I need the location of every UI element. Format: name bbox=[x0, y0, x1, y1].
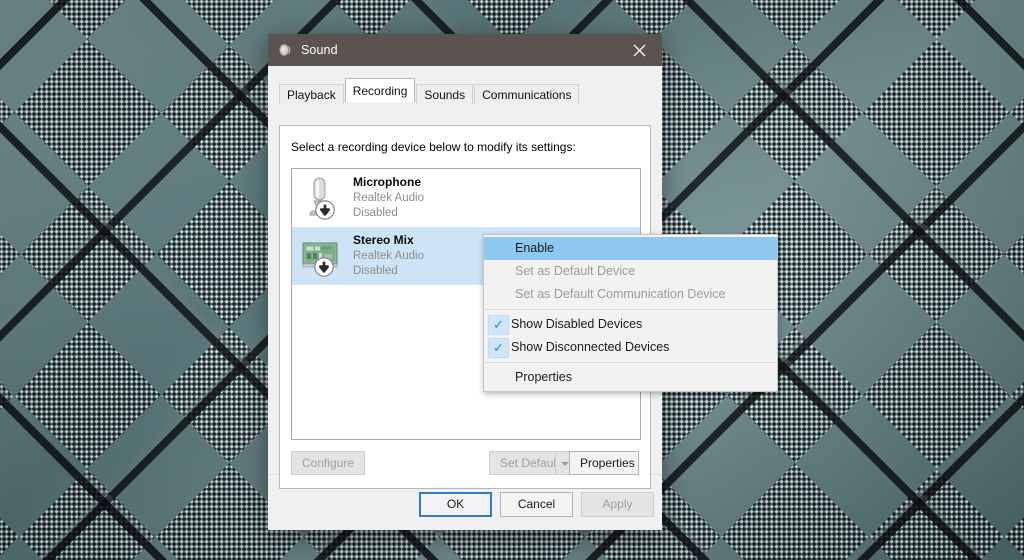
menu-check-slot bbox=[484, 260, 513, 283]
tab-sounds[interactable]: Sounds bbox=[416, 84, 474, 104]
cancel-button[interactable]: Cancel bbox=[500, 492, 573, 517]
set-default-button[interactable]: Set Default bbox=[489, 451, 559, 475]
menu-item-label: Show Disconnected Devices bbox=[511, 340, 670, 354]
apply-button[interactable]: Apply bbox=[581, 492, 654, 517]
tab-playback[interactable]: Playback bbox=[279, 84, 344, 104]
menu-item-label: Show Disabled Devices bbox=[511, 317, 643, 331]
menu-separator bbox=[485, 309, 776, 310]
device-name: Microphone bbox=[353, 174, 421, 189]
tab-recording[interactable]: Recording bbox=[344, 78, 416, 102]
device-info: Stereo Mix Realtek Audio Disabled bbox=[353, 233, 424, 279]
speaker-icon bbox=[277, 42, 293, 58]
menu-item-properties[interactable]: Properties bbox=[484, 366, 777, 389]
checkmark-icon: ✓ bbox=[488, 314, 509, 335]
menu-item-set-as-default-device[interactable]: Set as Default Device bbox=[484, 260, 777, 283]
menu-item-show-disabled-devices[interactable]: ✓ Show Disabled Devices bbox=[484, 313, 777, 336]
menu-item-set-as-default-communication-device[interactable]: Set as Default Communication Device bbox=[484, 283, 777, 306]
set-default-split-button[interactable]: Set Default bbox=[489, 451, 575, 475]
menu-check-slot bbox=[484, 237, 513, 260]
title-bar[interactable]: Sound bbox=[268, 34, 662, 66]
menu-separator bbox=[485, 362, 776, 363]
menu-item-label: Set as Default Device bbox=[515, 264, 636, 278]
device-driver: Realtek Audio bbox=[353, 249, 424, 262]
device-list-item-microphone[interactable]: Microphone Realtek Audio Disabled bbox=[292, 169, 640, 227]
configure-button[interactable]: Configure bbox=[291, 451, 365, 475]
device-action-buttons: Configure Set Default Properties bbox=[291, 451, 639, 475]
menu-item-enable[interactable]: Enable bbox=[484, 237, 777, 260]
menu-item-label: Set as Default Communication Device bbox=[515, 287, 726, 301]
window-title: Sound bbox=[301, 43, 338, 57]
device-status: Disabled bbox=[353, 206, 398, 219]
menu-item-label: Enable bbox=[515, 241, 554, 255]
microphone-icon bbox=[301, 175, 345, 221]
menu-item-show-disconnected-devices[interactable]: ✓ Show Disconnected Devices bbox=[484, 336, 777, 359]
tab-strip: Playback Recording Sounds Communications bbox=[279, 78, 662, 104]
ok-button[interactable]: OK bbox=[419, 492, 492, 517]
checkmark-icon: ✓ bbox=[488, 337, 509, 358]
menu-item-label: Properties bbox=[515, 370, 572, 384]
page-instruction: Select a recording device below to modif… bbox=[291, 140, 576, 154]
device-driver: Realtek Audio bbox=[353, 191, 424, 204]
device-info: Microphone Realtek Audio Disabled bbox=[353, 175, 424, 221]
menu-check-slot bbox=[484, 283, 513, 306]
tab-communications[interactable]: Communications bbox=[474, 84, 580, 104]
device-context-menu: Enable Set as Default Device Set as Defa… bbox=[483, 234, 778, 392]
menu-check-slot bbox=[484, 366, 513, 389]
close-icon[interactable] bbox=[617, 34, 662, 66]
device-name: Stereo Mix bbox=[353, 232, 414, 247]
sound-card-icon bbox=[301, 233, 345, 279]
properties-button[interactable]: Properties bbox=[569, 451, 639, 475]
device-status: Disabled bbox=[353, 264, 398, 277]
